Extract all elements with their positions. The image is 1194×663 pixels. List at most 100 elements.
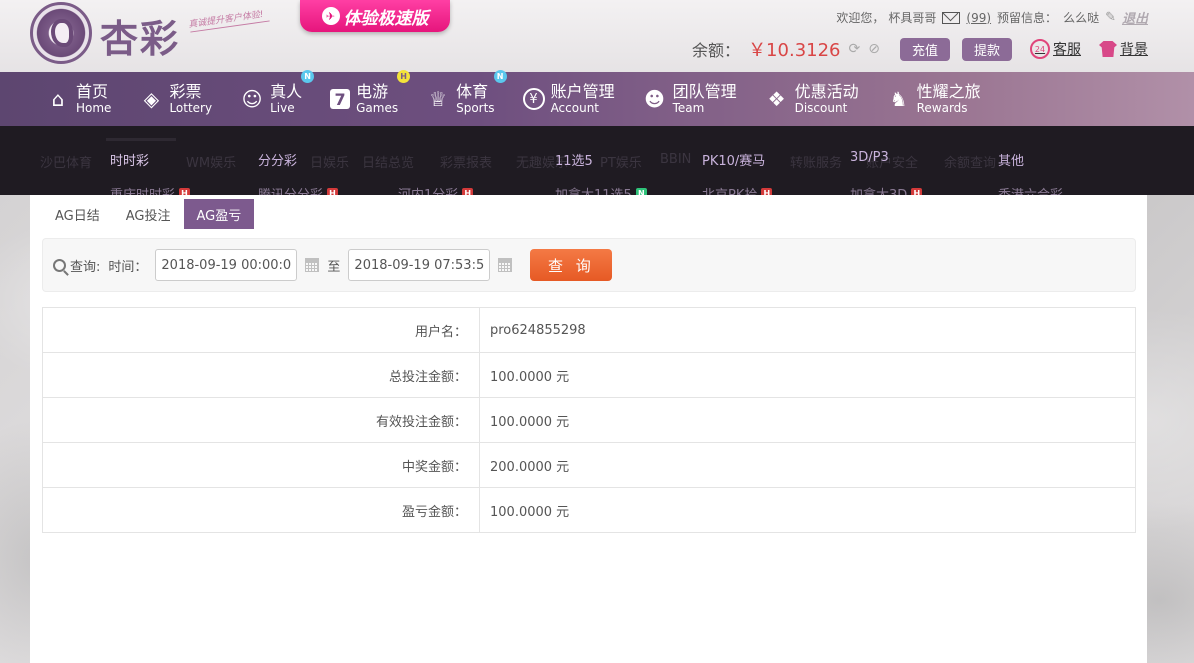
team-icon: ☻ [644,87,665,111]
user-info-bar: 欢迎您， 杯具哥哥 (99) 预留信息： 么么哒 ✎ 退出 [836,8,1148,27]
nav-lottery[interactable]: ◈ 彩票 Lottery [139,84,212,115]
ghost-tab: 彩票报表 [440,156,493,171]
support-24h-icon: 24 [1030,39,1050,59]
category-pk10[interactable]: PK10/赛马 [702,150,765,169]
row-label: 有效投注金额： [42,397,480,443]
message-count-link[interactable]: (99) [966,11,991,25]
fast-version-icon: ✈ [321,7,340,25]
nav-home[interactable]: ⌂ 首页 Home [46,84,112,115]
row-value: 100.0000 元 [479,352,1136,398]
new-badge: N [301,70,315,83]
ghost-tab: 日娱乐 [310,156,350,171]
lottery-item[interactable]: 加拿大11选5N [555,184,647,195]
row-value: 200.0000 元 [479,442,1136,488]
category-3d[interactable]: 3D/P3 [850,150,889,165]
ghost-tab: WM娱乐 [186,156,237,171]
logout-link[interactable]: 退出 [1122,8,1148,27]
nav-rewards[interactable]: ♞ 性耀之旅 Rewards [887,84,981,115]
lottery-item[interactable]: 北京PK拾H [702,184,773,195]
nav-account[interactable]: ¥ 账户管理 Account [522,84,615,114]
lottery-item[interactable]: 加拿大3DH [850,184,923,195]
fast-version-button[interactable]: ✈ 体验极速版 [300,0,450,32]
search-icon [53,258,66,272]
category-11x5[interactable]: 11选5 [555,150,593,169]
nav-live[interactable]: ☺ 真人 Live N [240,70,315,114]
ghost-tab: PT娱乐 [600,156,642,171]
username: 杯具哥哥 [888,11,937,25]
category-other[interactable]: 其他 [998,150,1024,169]
query-button[interactable]: 查 询 [530,249,613,281]
table-row: 盈亏金额： 100.0000 元 [42,487,1136,533]
new-tag: N [635,188,647,195]
row-label: 总投注金额： [42,352,480,398]
hot-badge: H [397,70,411,83]
nav-games[interactable]: 7 电游 Games H [330,70,411,114]
fast-version-label: 体验极速版 [343,8,429,29]
brand-name: 杏彩 [100,16,181,61]
reserve-info-value: 么么哒 [1063,11,1100,25]
nav-sports[interactable]: ♕ 体育 Sports N [426,70,507,114]
lottery-item[interactable]: 腾讯分分彩H [258,184,339,195]
welcome-text: 欢迎您， 杯具哥哥 [836,11,937,25]
background-link[interactable]: 背景 [1099,39,1148,59]
home-icon: ⌂ [51,87,65,111]
category-ssc[interactable]: 时时彩 [105,138,177,169]
brand-logo[interactable] [30,2,92,64]
hot-tag: H [761,188,773,195]
table-row: 用户名： pro624855298 [42,307,1136,353]
dealer-icon: ☺ [241,87,263,111]
row-label: 盈亏金额： [42,487,480,533]
trophy-icon: ♕ [429,87,448,111]
yen-icon: ¥ [522,88,545,110]
background-label: 背景 [1120,42,1148,58]
refresh-icon[interactable]: ⟳ [849,41,861,57]
customer-service-link[interactable]: 24 客服 [1030,39,1081,59]
reserve-info-label: 预留信息： [997,11,1058,25]
tab-ag-daily[interactable]: AG日结 [42,199,113,229]
row-label: 中奖金额： [42,442,480,488]
balance-bar: 余额： ￥10.3126 ⟳ ⊘ 充值 提款 24 客服 背景 [692,36,1148,62]
row-value: 100.0000 元 [479,397,1136,443]
gift-icon: ❖ [767,87,786,111]
table-row: 有效投注金额： 100.0000 元 [42,397,1136,443]
tab-ag-bets[interactable]: AG投注 [113,199,184,229]
sub-tabs: AG日结 AG投注 AG盈亏 [42,199,255,229]
hide-balance-icon[interactable]: ⊘ [868,41,880,57]
edit-icon[interactable]: ✎ [1105,10,1116,25]
hot-tag: H [911,188,923,195]
ghost-tab: BBIN [660,152,692,167]
category-ffc[interactable]: 分分彩 [258,150,297,169]
lottery-item[interactable]: 香港六合彩 [998,184,1063,195]
calendar-icon[interactable] [498,258,513,272]
customer-service-label: 客服 [1053,42,1081,58]
profit-summary-table: 用户名： pro624855298 总投注金额： 100.0000 元 有效投注… [42,307,1136,533]
hot-tag: H [327,188,339,195]
deposit-button[interactable]: 充值 [899,37,950,61]
header: 杏彩 真诚提升客户体验! ✈ 体验极速版 欢迎您， 杯具哥哥 (99) 预留信息：… [0,0,1194,72]
to-label: 至 [327,259,341,275]
end-time-input[interactable] [348,249,491,281]
calendar-icon[interactable] [305,258,320,272]
table-row: 中奖金额： 200.0000 元 [42,442,1136,488]
lottery-dropdown: 沙巴体育 WM娱乐 日娱乐 日结总览 彩票报表 无趣娱乐 PT娱乐 BBIN 转… [0,126,1194,195]
nav-team[interactable]: ☻ 团队管理 Team [643,84,736,115]
content-panel: AG日结 AG投注 AG盈亏 查询: 时间： 至 查 询 用户名： pro624… [30,195,1147,663]
withdraw-button[interactable]: 提款 [961,37,1012,61]
tab-ag-profit[interactable]: AG盈亏 [183,199,255,229]
row-value: 100.0000 元 [479,487,1136,533]
hot-tag: H [462,188,474,195]
mail-icon[interactable] [942,11,961,24]
search-label: 查询: [70,259,101,275]
ghost-tab: 余额查询 [944,156,997,171]
lottery-item[interactable]: 重庆时时彩H [110,184,191,195]
lottery-item[interactable]: 河内1分彩H [398,184,474,195]
shirt-icon [1099,41,1117,57]
start-time-input[interactable] [155,249,298,281]
seven-icon: 7 [330,89,351,109]
ghost-tab: 沙巴体育 [40,156,93,171]
hot-tag: H [179,188,191,195]
new-badge: N [493,70,507,83]
balance-label: 余额： [692,41,741,60]
table-row: 总投注金额： 100.0000 元 [42,352,1136,398]
nav-discount[interactable]: ❖ 优惠活动 Discount [765,84,859,115]
